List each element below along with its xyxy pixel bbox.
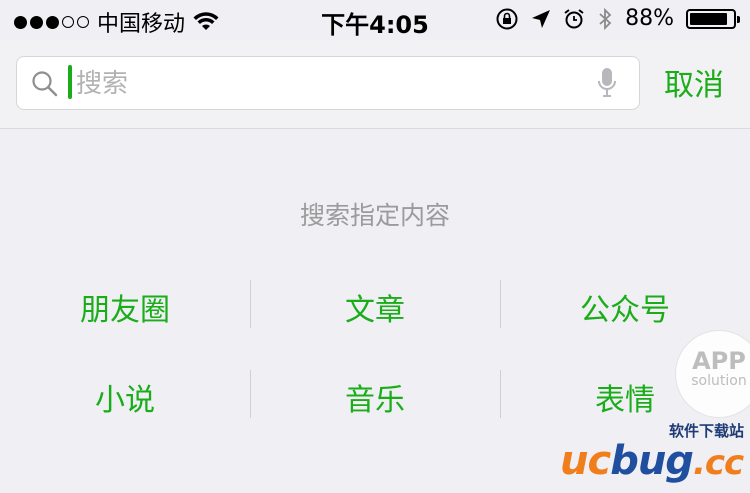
watermark-app-text: APP (692, 347, 746, 375)
search-header: 取消 (0, 40, 750, 129)
search-input[interactable] (74, 63, 578, 105)
category-official-accounts[interactable]: 公众号 (500, 285, 750, 329)
status-bar-right: 88% (495, 6, 740, 31)
category-music[interactable]: 音乐 (250, 375, 500, 419)
battery-icon (686, 8, 740, 29)
search-icon (32, 71, 58, 97)
site-watermark: 软件下载站 ucbug.cc (560, 420, 750, 492)
battery-percent: 88% (625, 6, 674, 31)
rotation-lock-icon (496, 8, 518, 29)
watermark-solution-text: solution (691, 373, 747, 389)
category-articles[interactable]: 文章 (250, 285, 500, 329)
bluetooth-icon (599, 7, 612, 30)
alarm-icon (564, 8, 584, 28)
text-cursor (68, 65, 72, 99)
category-moments[interactable]: 朋友圈 (0, 285, 250, 329)
status-bar: 中国移动 下午4:05 88% (0, 0, 750, 40)
search-scope-title: 搜索指定内容 (299, 201, 450, 230)
watermark-logo: ucbug.cc (560, 438, 744, 484)
category-row: 朋友圈 文章 公众号 (0, 270, 750, 360)
location-icon (532, 9, 551, 28)
microphone-icon[interactable] (597, 67, 617, 99)
search-box[interactable] (16, 56, 640, 110)
category-novels[interactable]: 小说 (0, 375, 250, 419)
cancel-button[interactable]: 取消 (664, 60, 724, 104)
